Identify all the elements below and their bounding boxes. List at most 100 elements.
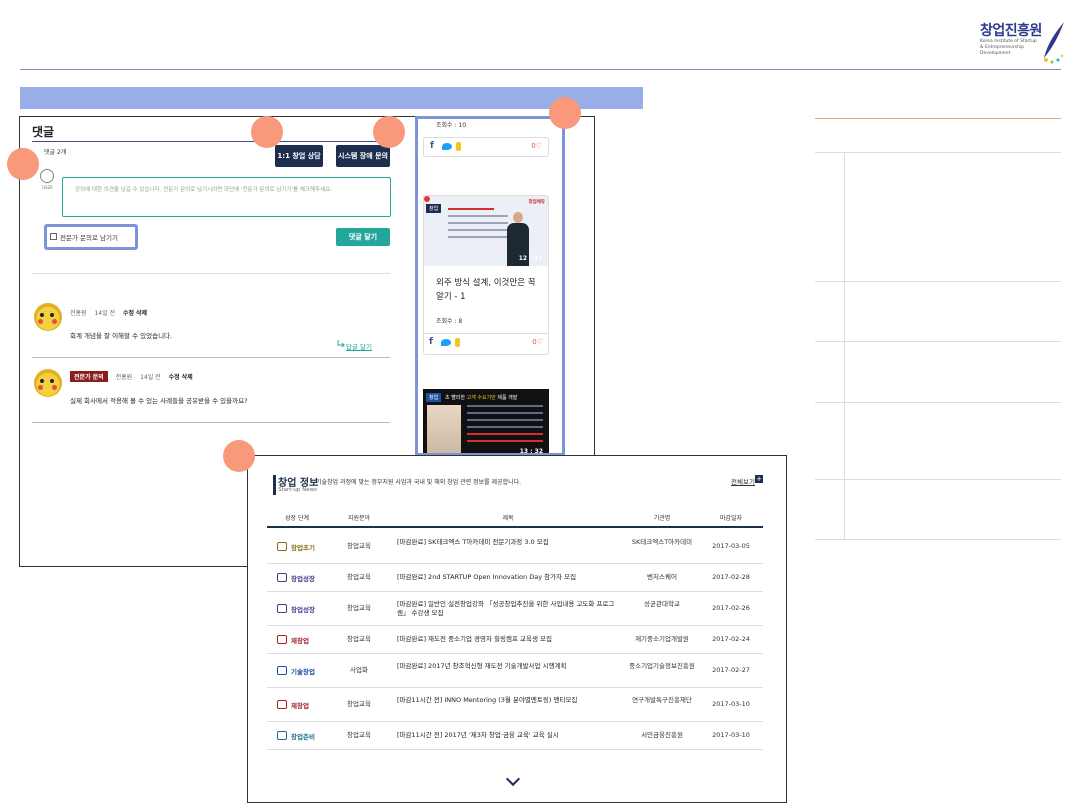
user-avatar-placeholder	[40, 169, 54, 183]
stage-label: 재창업	[291, 637, 309, 645]
logo-subtitle: Korea Institute of Startup & Entrepreneu…	[980, 39, 1037, 56]
video-duration: 13 : 32	[519, 448, 543, 455]
plus-icon[interactable]: +	[755, 475, 763, 483]
field-cell: 창업교육	[347, 635, 371, 643]
field-cell: 창업교육	[347, 604, 371, 612]
sidebar-header-line	[815, 118, 1061, 119]
consult-button[interactable]: 1:1 창업 상담	[275, 145, 323, 167]
notice-title-link[interactable]: [마감11시간 전] INNO Mentoring (3월 분야별멘토링) 멘티…	[397, 696, 619, 705]
column-header: 기관명	[653, 515, 671, 522]
video-tag: 창업	[426, 393, 442, 402]
stage-icon	[277, 573, 287, 582]
step-marker	[373, 116, 405, 148]
comment-placeholder: 강의에 대한 의견을 남길 수 있습니다. 전문가 문의로 남기시려면 하단에 …	[75, 187, 332, 193]
edit-comment-link[interactable]: 수정	[169, 374, 180, 381]
field-cell: 사업화	[350, 666, 368, 674]
sidebar-column-divider	[844, 152, 845, 539]
column-header: 마감일자	[719, 515, 743, 522]
related-videos-column: 조회수 : 10 f 0♡ 창업 창업에듀 12 : 37 외주 방식 설계, …	[415, 116, 565, 456]
sidebar-row-divider	[815, 341, 1061, 342]
user-avatar-label: USER	[42, 185, 53, 190]
notice-title-link[interactable]: [마감11시간 전] 2017년 '제3차 창업·금융 교육' 교육 실시	[397, 731, 619, 740]
reply-link[interactable]: 답글 달기	[346, 341, 372, 351]
stage-label: 창업성장	[291, 606, 315, 614]
table-row[interactable]: 창업성장 창업교육 [마감완료] 2nd STARTUP Open Innovati…	[267, 564, 763, 592]
comment-input[interactable]: 강의에 대한 의견을 남길 수 있습니다. 전문가 문의로 남기시려면 하단에 …	[62, 177, 391, 217]
comment-time: 14일 전	[140, 374, 161, 381]
column-header: 지원분야	[347, 515, 371, 522]
comment-divider	[32, 357, 390, 358]
comment-meta: 전문가 문의 전홍원 14일 전 수정 삭제	[70, 371, 193, 382]
slide-text-lines	[467, 405, 543, 447]
deadline-cell: 2017-03-10	[712, 700, 750, 708]
deadline-cell: 2017-02-26	[712, 604, 750, 612]
deadline-cell: 2017-03-10	[712, 731, 750, 739]
like-count[interactable]: 0♡	[532, 338, 543, 346]
org-cell: SK테크엑스T아카데미	[631, 538, 693, 546]
deadline-cell: 2017-02-27	[712, 666, 750, 674]
live-dot-icon	[424, 196, 430, 202]
system-report-button[interactable]: 시스템 장애 문의	[336, 145, 390, 167]
table-row[interactable]: 기술창업 사업화 [마감완료] 2017년 창조혁신형 재도전 기술개발사업 시행계…	[267, 654, 763, 688]
notice-title-link[interactable]: [마감완료] 일반인 실전창업강좌 「성공창업추진을 위한 사업내용 고도화 프…	[397, 600, 619, 618]
comment-meta: 전홍원 14일 전 수정 삭제	[70, 308, 147, 317]
video-card[interactable]: 창업 창업에듀 12 : 37 외주 방식 설계, 이것만은 꼭 알기 - 1 …	[423, 195, 549, 355]
expert-badge: 전문가 문의	[70, 371, 108, 382]
video-tag: 창업	[426, 204, 442, 213]
deadline-cell: 2017-03-05	[712, 542, 750, 550]
delete-comment-link[interactable]: 삭제	[136, 310, 147, 317]
twitter-icon[interactable]	[442, 143, 452, 150]
like-count[interactable]: 0♡	[531, 142, 542, 150]
comment-text: 실제 회사에서 적용해 볼 수 있는 사례들을 공유받을 수 있을까요?	[70, 397, 248, 405]
video-title[interactable]: 외주 방식 설계, 이것만은 꼭 알기 - 1	[436, 276, 546, 304]
org-cell: 중소기업기술정보진흥원	[629, 662, 695, 670]
stage-label: 재창업	[291, 702, 309, 710]
step-marker	[223, 440, 255, 472]
table-row[interactable]: 재창업 창업교육 [마감11시간 전] INNO Mentoring (3월 분야별…	[267, 688, 763, 722]
logo-mark-icon	[1044, 22, 1064, 64]
notice-title-link[interactable]: [마감완료] 재도전 중소기업 경영자 힐링캠프 교육생 모집	[397, 635, 619, 644]
deadline-cell: 2017-02-28	[712, 573, 750, 581]
video-headline: 초 빨리한 고객 수요기반 제품 개발	[445, 395, 518, 401]
table-row[interactable]: 창업성장 창업교육 [마감완료] 일반인 실전창업강좌 「성공창업추진을 위한 사업…	[267, 592, 763, 626]
video-thumbnail[interactable]: 창업 창업에듀 12 : 37	[424, 196, 548, 266]
edit-comment-link[interactable]: 수정	[123, 310, 134, 317]
comment-count: 댓글 2개	[44, 149, 67, 156]
comment-title-underline	[32, 141, 392, 142]
notice-title-link[interactable]: [마감완료] 2nd STARTUP Open Innovation Day 참…	[397, 573, 619, 582]
expert-inquiry-label: 전문가 문의로 남기기	[60, 234, 118, 242]
stage-icon	[277, 700, 287, 709]
delete-comment-link[interactable]: 삭제	[182, 374, 193, 381]
step-marker	[549, 97, 581, 129]
table-row[interactable]: 재창업 창업교육 [마감완료] 재도전 중소기업 경영자 힐링캠프 교육생 모집 재기…	[267, 626, 763, 654]
table-row[interactable]: 창업준비 창업교육 [마감11시간 전] 2017년 '제3차 창업·금융 교육' …	[267, 722, 763, 750]
notice-title-link[interactable]: [마감완료] SK테크엑스 T아카데미 전문기과정 3.0 모집	[397, 538, 619, 547]
submit-comment-button[interactable]: 댓글 달기	[336, 228, 390, 246]
video-thumbnail[interactable]: 창업 초 빨리한 고객 수요기반 제품 개발 13 : 32	[423, 389, 549, 455]
video-brand: 창업에듀	[528, 200, 545, 205]
facebook-icon[interactable]: f	[429, 337, 433, 347]
org-cell: 벤처스퀘어	[647, 573, 677, 581]
org-cell: 연구개발특구진흥재단	[632, 696, 692, 704]
deadline-cell: 2017-02-24	[712, 635, 750, 643]
expert-inquiry-toggle[interactable]: 전문가 문의로 남기기	[44, 224, 138, 250]
step-marker	[7, 148, 39, 180]
kakaostory-icon[interactable]	[455, 338, 460, 347]
column-header: 제목	[502, 515, 514, 522]
comment-time: 14일 전	[94, 310, 116, 317]
notice-title-link[interactable]: [마감완료] 2017년 창조혁신형 재도전 기술개발사업 시행계획	[397, 662, 619, 671]
view-all-link[interactable]: 전체보기	[731, 476, 755, 486]
step-marker	[251, 116, 283, 148]
org-cell: 서민금융진흥원	[641, 731, 683, 739]
expert-inquiry-checkbox[interactable]	[50, 233, 57, 240]
facebook-icon[interactable]: f	[430, 141, 434, 151]
section-subtitle: Start-up News	[278, 487, 318, 493]
table-row[interactable]: 창업초기 창업교육 [마감완료] SK테크엑스 T아카데미 전문기과정 3.0 모집…	[267, 530, 763, 564]
twitter-icon[interactable]	[441, 339, 451, 346]
stage-label: 창업성장	[291, 575, 315, 583]
chevron-down-icon[interactable]	[505, 771, 521, 787]
stage-icon	[277, 635, 287, 644]
share-bar: f 0♡	[423, 137, 549, 157]
stage-icon	[277, 731, 287, 740]
kakaostory-icon[interactable]	[456, 142, 461, 151]
